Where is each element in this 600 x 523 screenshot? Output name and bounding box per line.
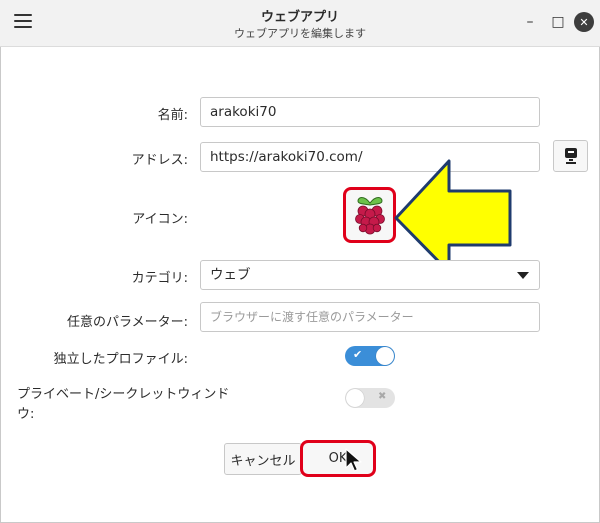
profile-label: 独立したプロファイル: xyxy=(53,352,188,367)
raspberry-icon xyxy=(354,197,385,235)
title-bar: ウェブアプリ ウェブアプリを編集します – □ ✕ xyxy=(0,0,600,47)
category-label: カテゴリ: xyxy=(131,271,188,286)
toggle-knob xyxy=(346,389,364,407)
download-favicon-icon xyxy=(564,148,577,164)
profile-toggle[interactable]: ✔ xyxy=(345,346,395,366)
name-label: 名前: xyxy=(157,108,188,123)
name-input[interactable]: arakoki70 xyxy=(200,97,540,127)
private-label-line1: プライベート/シークレットウィンド xyxy=(17,387,230,402)
yellow-arrow-pointer xyxy=(394,159,512,274)
window-title: ウェブアプリ xyxy=(260,10,339,25)
private-toggle[interactable]: ✖ xyxy=(345,388,395,408)
params-label: 任意のパラメーター: xyxy=(67,315,188,330)
window-subtitle: ウェブアプリを編集します xyxy=(234,27,366,40)
maximize-button[interactable]: □ xyxy=(548,12,568,32)
private-label-line2: ウ: xyxy=(17,407,35,422)
app-icon-button[interactable] xyxy=(343,187,396,243)
category-select-value: ウェブ xyxy=(210,267,251,283)
minimize-button[interactable]: – xyxy=(520,12,540,32)
icon-label: アイコン: xyxy=(132,212,188,227)
mouse-cursor xyxy=(345,448,362,472)
favicon-fetch-button[interactable] xyxy=(553,140,588,172)
params-input[interactable]: ブラウザーに渡す任意のパラメーター xyxy=(200,302,540,332)
params-input-placeholder: ブラウザーに渡す任意のパラメーター xyxy=(210,310,414,324)
close-button[interactable]: ✕ xyxy=(574,12,594,32)
toggle-knob xyxy=(376,347,394,365)
check-icon: ✔ xyxy=(353,348,363,361)
address-label: アドレス: xyxy=(131,153,188,168)
x-icon: ✖ xyxy=(378,391,387,402)
category-select[interactable]: ウェブ xyxy=(200,260,540,290)
chevron-down-icon xyxy=(517,272,529,279)
address-input-value: https://arakoki70.com/ xyxy=(210,149,363,165)
cancel-button[interactable]: キャンセル xyxy=(224,443,302,475)
cancel-button-label: キャンセル xyxy=(230,453,296,469)
name-input-value: arakoki70 xyxy=(210,104,277,120)
ok-button[interactable]: OK xyxy=(300,440,376,477)
